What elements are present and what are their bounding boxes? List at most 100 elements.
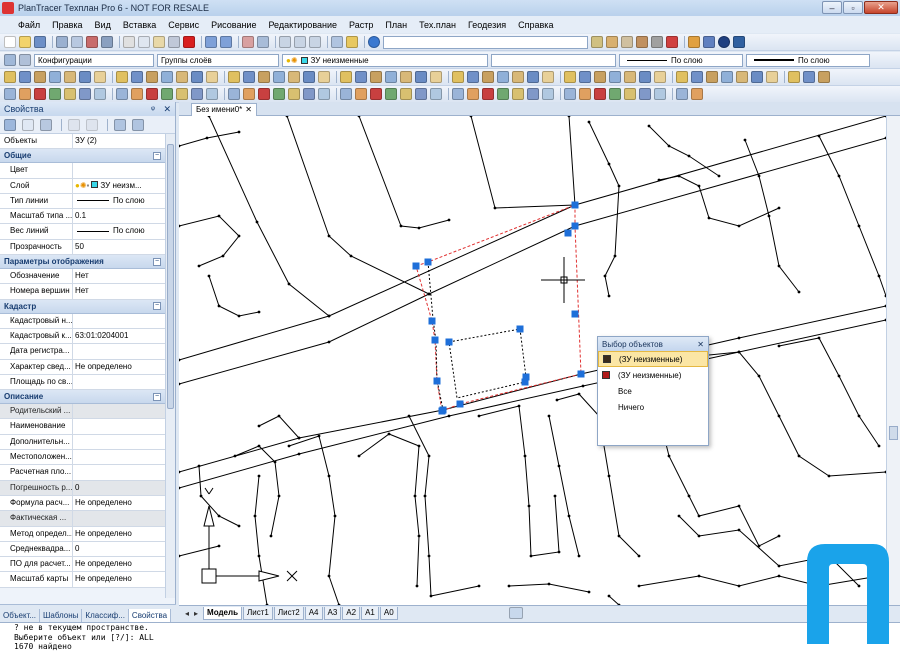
layer-tool-icon[interactable]: [688, 36, 700, 48]
tool-icon[interactable]: [676, 71, 688, 83]
property-row[interactable]: Слой ●✺▪ ЗУ неизм...: [0, 178, 165, 194]
layer-manager-icon[interactable]: [733, 36, 745, 48]
property-value[interactable]: Не определено: [73, 496, 165, 510]
grip-handle[interactable]: [571, 310, 579, 318]
tool-icon[interactable]: [609, 71, 621, 83]
tool-icon[interactable]: [579, 71, 591, 83]
tool-icon[interactable]: [273, 71, 285, 83]
tool-icon[interactable]: [691, 71, 703, 83]
tool-icon[interactable]: [676, 88, 688, 100]
properties-scrollbar[interactable]: [165, 134, 175, 598]
tool-d-icon[interactable]: [636, 36, 648, 48]
grip-handle[interactable]: [433, 377, 441, 385]
tool-b-icon[interactable]: [606, 36, 618, 48]
tool-icon[interactable]: [624, 88, 636, 100]
tab-model[interactable]: Модель: [203, 606, 243, 620]
property-value[interactable]: По слою: [73, 224, 165, 238]
tool-icon[interactable]: [818, 71, 830, 83]
zoom-previous-icon[interactable]: [309, 36, 321, 48]
property-row[interactable]: Родительский ...: [0, 404, 165, 420]
grip-handle[interactable]: [571, 201, 579, 209]
tool-icon[interactable]: [258, 71, 270, 83]
tool-icon[interactable]: [497, 71, 509, 83]
property-row[interactable]: Кадастровый к... 63:01:0204001: [0, 328, 165, 345]
help-icon[interactable]: [368, 36, 380, 48]
lineweight-select[interactable]: По слою: [746, 53, 870, 67]
tool-icon[interactable]: [94, 71, 106, 83]
property-value[interactable]: Не определено: [73, 572, 165, 586]
drawing-canvas[interactable]: [179, 116, 886, 605]
tool-icon[interactable]: [303, 71, 315, 83]
next-layout-icon[interactable]: ▸: [194, 609, 198, 618]
grip-handle[interactable]: [412, 262, 420, 270]
print-icon[interactable]: [101, 36, 113, 48]
grip-handle[interactable]: [571, 222, 579, 230]
tool-icon[interactable]: [370, 71, 382, 83]
globe-icon[interactable]: [718, 36, 730, 48]
delete-icon[interactable]: [183, 36, 195, 48]
undo-icon[interactable]: [205, 36, 217, 48]
menu-edit[interactable]: Правка: [46, 20, 88, 30]
canvas-vertical-scrollbar[interactable]: [886, 116, 900, 605]
property-row[interactable]: Расчетная пло...: [0, 465, 165, 481]
tool-icon[interactable]: [191, 88, 203, 100]
next-icon[interactable]: [86, 118, 98, 131]
preview-icon[interactable]: [71, 36, 83, 48]
tool-icon[interactable]: [64, 71, 76, 83]
property-row[interactable]: Масштаб карты Не определено: [0, 572, 165, 588]
menu-file[interactable]: Файл: [12, 20, 46, 30]
property-value[interactable]: [73, 404, 165, 418]
tab-templates[interactable]: Шаблоны: [40, 609, 83, 622]
tab-classifier[interactable]: Классиф...: [82, 609, 129, 622]
tool-icon[interactable]: [467, 88, 479, 100]
property-value[interactable]: [73, 344, 165, 358]
property-value[interactable]: 50: [73, 240, 165, 254]
close-button[interactable]: ✕: [864, 1, 898, 14]
properties-close-icon[interactable]: ✕: [163, 104, 171, 114]
property-value[interactable]: 0.1: [73, 209, 165, 223]
tool-icon[interactable]: [161, 88, 173, 100]
collapse-icon[interactable]: −: [153, 257, 161, 266]
tool-icon[interactable]: [594, 88, 606, 100]
tool-icon[interactable]: [34, 88, 46, 100]
menu-view[interactable]: Вид: [89, 20, 117, 30]
property-value[interactable]: [73, 375, 165, 389]
tool-icon[interactable]: [736, 71, 748, 83]
tool-icon[interactable]: [303, 88, 315, 100]
tool-e-icon[interactable]: [651, 36, 663, 48]
tool-icon[interactable]: [594, 71, 606, 83]
property-row[interactable]: Дата регистра...: [0, 344, 165, 360]
distance-icon[interactable]: [331, 36, 343, 48]
prev-layout-icon[interactable]: ◂: [185, 609, 189, 618]
collapse-icon[interactable]: −: [153, 302, 161, 311]
tool-icon[interactable]: [482, 88, 494, 100]
tool-icon[interactable]: [564, 88, 576, 100]
tool-icon[interactable]: [116, 88, 128, 100]
property-value[interactable]: Нет: [73, 284, 165, 298]
tool-icon[interactable]: [79, 88, 91, 100]
menu-modify[interactable]: Редактирование: [262, 20, 343, 30]
tool-icon[interactable]: [146, 71, 158, 83]
prev-icon[interactable]: [68, 118, 80, 131]
tool-icon[interactable]: [751, 71, 763, 83]
property-row[interactable]: ПО для расчет... Не определено: [0, 557, 165, 573]
layout-scroll-icon[interactable]: [509, 607, 523, 619]
tab-a3[interactable]: А3: [323, 606, 342, 620]
tool-icon[interactable]: [788, 71, 800, 83]
cut-icon[interactable]: [123, 36, 135, 48]
objects-value[interactable]: ЗУ (2): [73, 134, 165, 148]
open-file-icon[interactable]: [19, 36, 31, 48]
grip-handle[interactable]: [438, 407, 446, 415]
tab-a1[interactable]: А1: [361, 606, 379, 620]
menu-help[interactable]: Справка: [512, 20, 559, 30]
collapse-icon[interactable]: −: [153, 151, 161, 160]
publish-icon[interactable]: [86, 36, 98, 48]
property-row[interactable]: Номера вершин Нет: [0, 284, 165, 300]
linetype-select[interactable]: По слою: [619, 53, 743, 67]
filter-icon[interactable]: [114, 118, 126, 131]
property-row[interactable]: Тип линии По слою: [0, 193, 165, 210]
property-value[interactable]: Не определено: [73, 527, 165, 541]
tool-icon[interactable]: [243, 71, 255, 83]
paste-icon[interactable]: [153, 36, 165, 48]
sort-icon[interactable]: [132, 118, 144, 131]
